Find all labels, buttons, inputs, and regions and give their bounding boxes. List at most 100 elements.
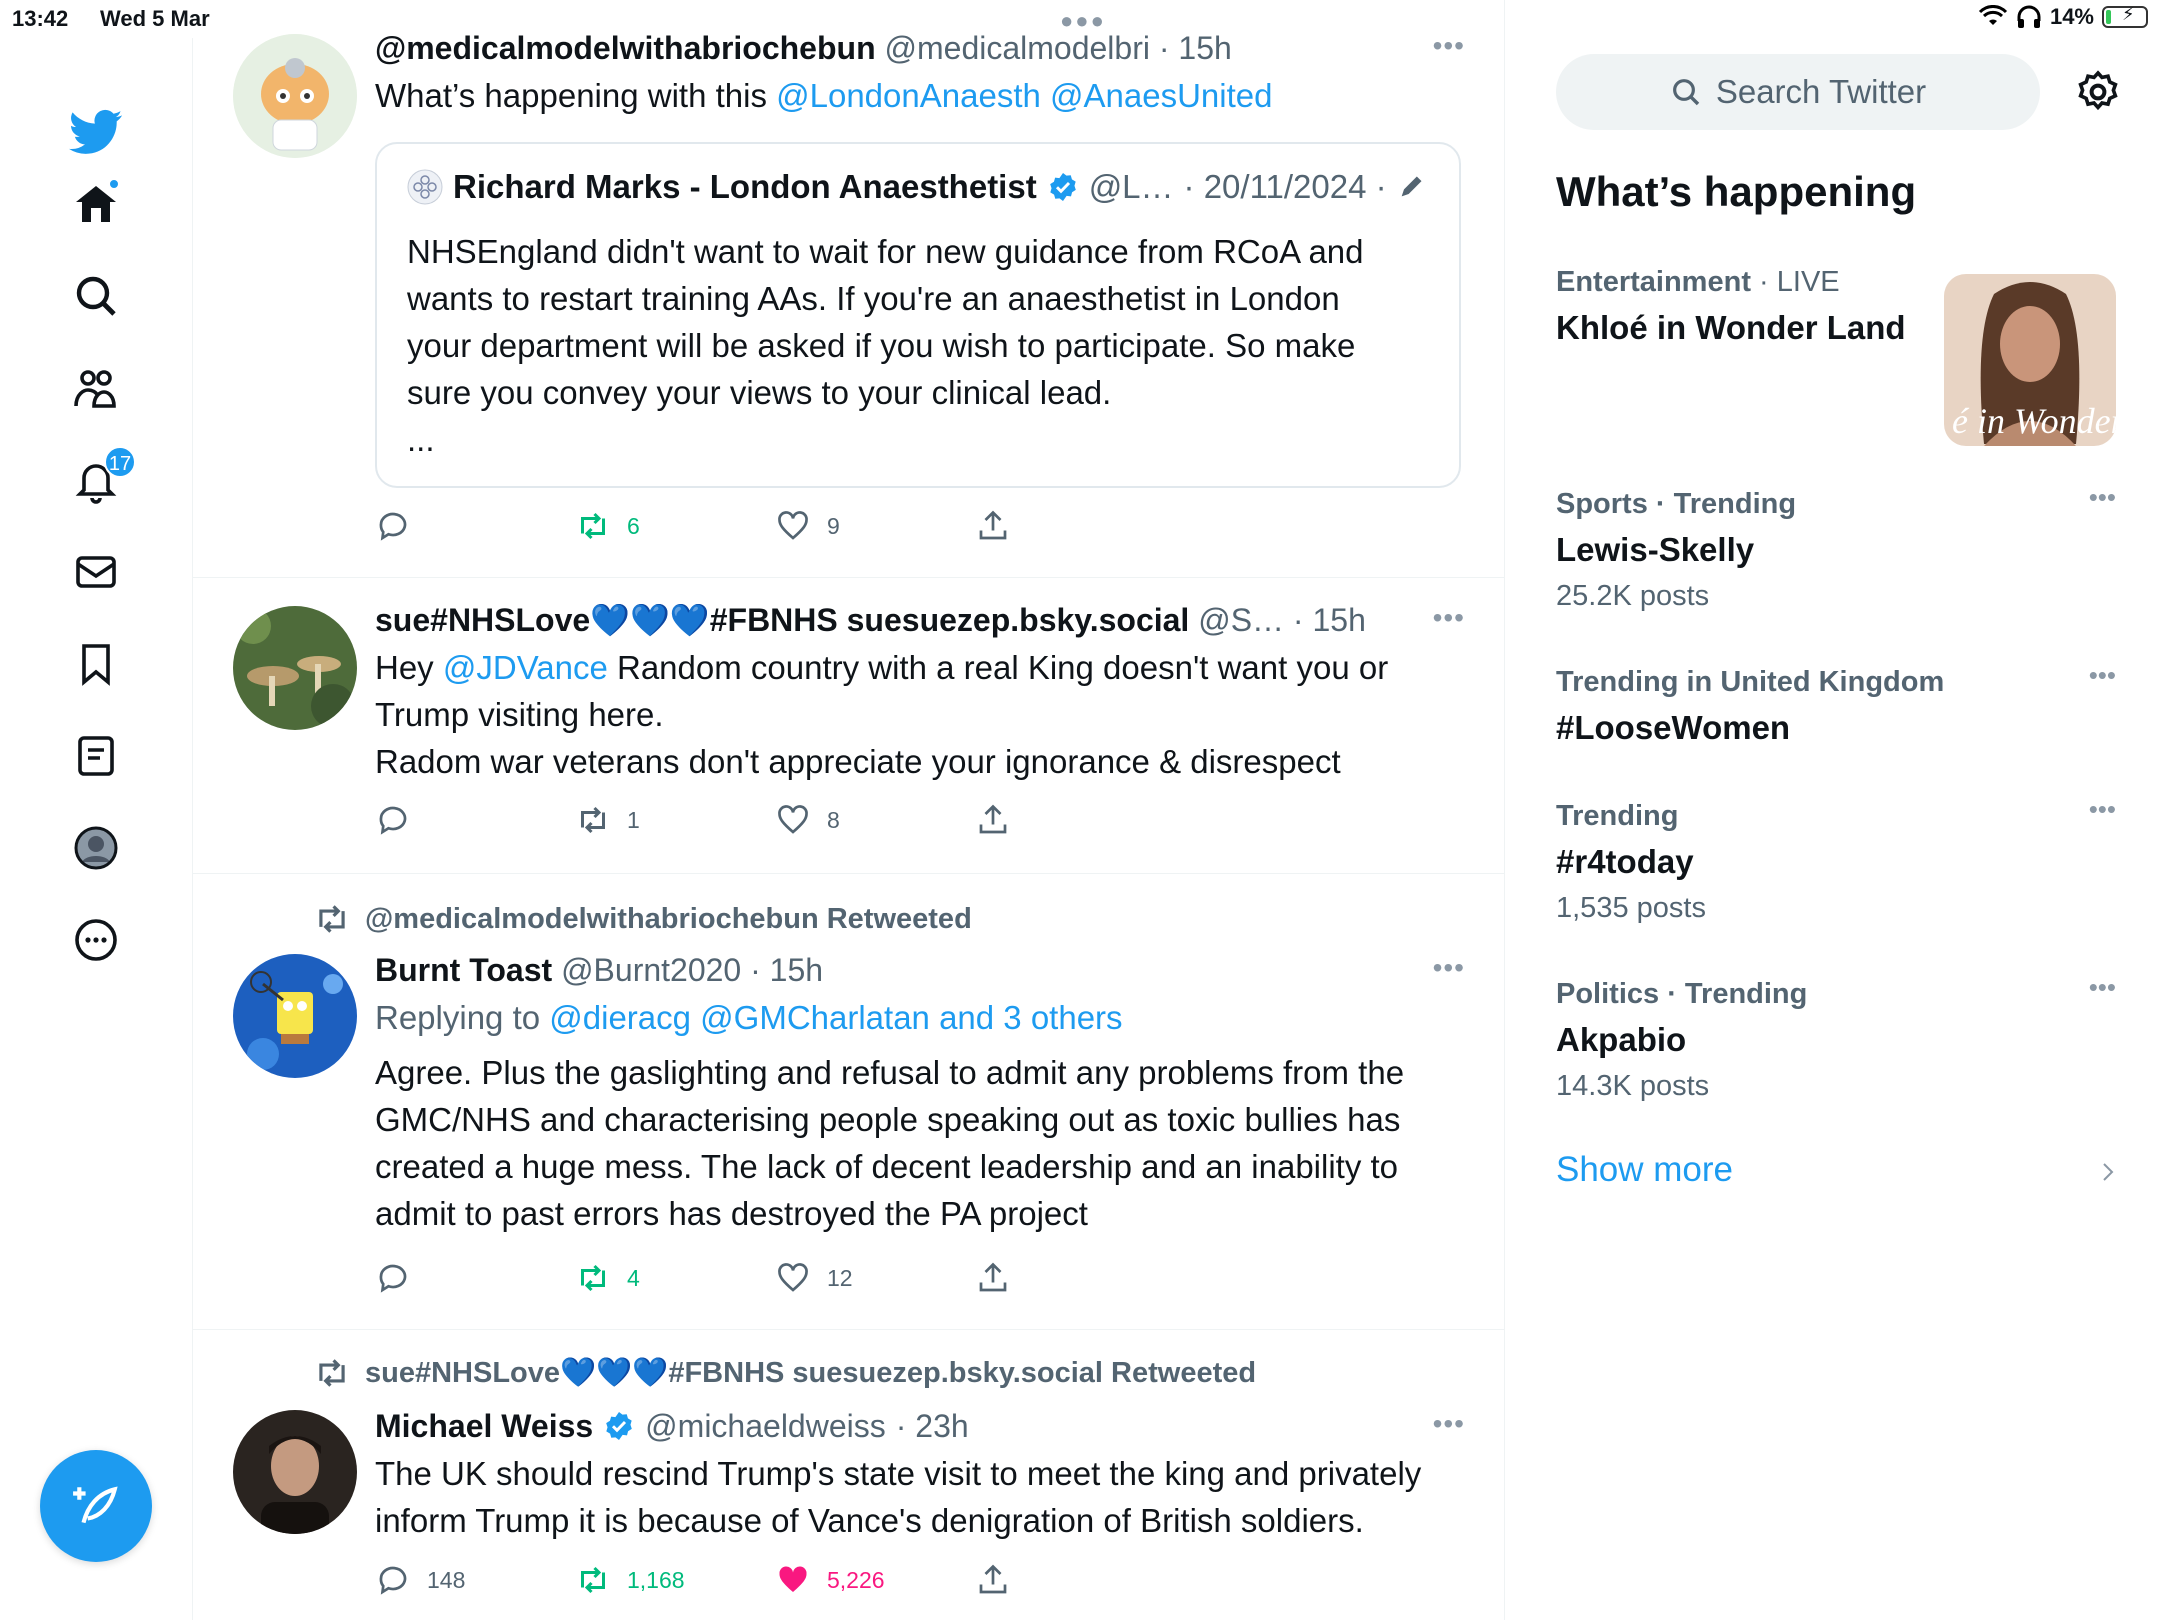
author-name[interactable]: sue#NHSLove💙💙💙#FBNHS suesuezep.bsky.soci… xyxy=(375,602,1189,638)
trend-item[interactable]: Sports · Trending Lewis-Skelly 25.2K pos… xyxy=(1556,482,2116,618)
nav-messages[interactable] xyxy=(52,528,140,616)
author-handle[interactable]: @S… xyxy=(1198,602,1284,638)
retweeted-by[interactable]: sue#NHSLove💙💙💙#FBNHS suesuezep.bsky.soci… xyxy=(313,1354,1256,1392)
author-handle[interactable]: @Burnt2020 xyxy=(561,952,741,988)
trend-item[interactable]: Trending in United Kingdom #LooseWomen •… xyxy=(1556,660,2116,752)
nav-profile[interactable] xyxy=(52,804,140,892)
avatar[interactable] xyxy=(233,954,357,1078)
quoted-author-name[interactable]: Richard Marks - London Anaesthetist xyxy=(453,168,1037,206)
retweet-button[interactable]: 4 xyxy=(575,1260,640,1296)
nav-home[interactable] xyxy=(52,160,140,248)
search-twitter-input[interactable]: Search Twitter xyxy=(1556,54,2040,130)
retweet-icon xyxy=(319,905,345,933)
like-button[interactable]: 8 xyxy=(775,802,840,838)
trend-item[interactable]: Trending #r4today 1,535 posts ••• xyxy=(1556,794,2116,930)
trend-more-icon[interactable]: ••• xyxy=(2089,972,2116,1003)
retweet-count: 1,168 xyxy=(627,1566,685,1593)
like-button[interactable]: 9 xyxy=(775,508,840,544)
tweet-text: GMC/NHS and characterising people speaki… xyxy=(375,1101,1401,1138)
trend-image[interactable]: é in Wonder I xyxy=(1944,274,2116,446)
avatar[interactable] xyxy=(233,606,357,730)
reply-mentions-link[interactable]: @dieracg @GMCharlatan and 3 others xyxy=(549,999,1122,1036)
edited-pencil-icon[interactable] xyxy=(1397,173,1425,201)
tweet[interactable]: @medicalmodelwithabriochebun @medicalmod… xyxy=(193,0,1504,578)
tweet-time[interactable]: · 15h xyxy=(750,952,823,988)
trend-category: Trending in United Kingdom xyxy=(1556,666,1945,698)
show-more-link[interactable]: Show more xyxy=(1556,1150,1733,1190)
quoted-text-line: ... xyxy=(407,421,435,458)
bookmark-icon xyxy=(82,644,110,686)
nav-explore[interactable] xyxy=(52,252,140,340)
gear-icon[interactable] xyxy=(2074,68,2122,116)
retweet-count: 6 xyxy=(627,512,640,539)
retweeted-by-label: @medicalmodelwithabriochebun Retweeted xyxy=(365,902,972,935)
tweet[interactable]: @medicalmodelwithabriochebun Retweeted B… xyxy=(193,874,1504,1330)
avatar[interactable] xyxy=(233,1410,357,1534)
author-name[interactable]: @medicalmodelwithabriochebun xyxy=(375,30,876,66)
author-name[interactable]: Burnt Toast xyxy=(375,952,552,988)
tweet[interactable]: sue#NHSLove💙💙💙#FBNHS suesuezep.bsky.soci… xyxy=(193,1330,1504,1620)
nav-lists[interactable] xyxy=(52,712,140,800)
tweet-more-icon[interactable]: ••• xyxy=(1433,30,1465,62)
author-handle[interactable]: @medicalmodelbri xyxy=(885,30,1150,66)
lists-icon xyxy=(78,736,114,776)
trend-post-count: 14.3K posts xyxy=(1556,1070,1710,1102)
tweet[interactable]: sue#NHSLove💙💙💙#FBNHS suesuezep.bsky.soci… xyxy=(193,578,1504,874)
quoted-author-handle[interactable]: @L… xyxy=(1089,168,1174,206)
reply-button[interactable] xyxy=(375,1260,411,1296)
more-circle-icon xyxy=(75,919,117,961)
avatar[interactable] xyxy=(233,34,357,158)
right-sidebar: Search Twitter What’s happening Entertai… xyxy=(1506,38,2160,1620)
nav-communities[interactable] xyxy=(52,344,140,432)
tweet-time[interactable]: · 15h xyxy=(1293,602,1366,638)
mail-icon xyxy=(76,556,116,588)
share-button[interactable] xyxy=(975,508,1011,544)
trend-item[interactable]: Entertainment · LIVE Khloé in Wonder Lan… xyxy=(1556,260,2116,446)
trend-category: Sports · Trending xyxy=(1556,488,1797,520)
quoted-tweet[interactable]: Richard Marks - London Anaesthetist @L… … xyxy=(375,142,1461,488)
retweet-button[interactable]: 1 xyxy=(575,802,640,838)
trend-title: #LooseWomen xyxy=(1556,709,1791,746)
trend-item[interactable]: Politics · Trending Akpabio 14.3K posts … xyxy=(1556,972,2116,1108)
author-name[interactable]: Michael Weiss xyxy=(375,1404,593,1448)
nav-bookmarks[interactable] xyxy=(52,620,140,708)
retweet-button[interactable]: 6 xyxy=(575,508,640,544)
verified-badge-icon xyxy=(1049,173,1076,201)
reply-count: 148 xyxy=(427,1566,466,1593)
tweet-time[interactable]: · 23h xyxy=(896,1404,969,1448)
like-count: 9 xyxy=(827,512,840,539)
tweet-more-icon[interactable]: ••• xyxy=(1433,1408,1465,1440)
trend-title: Akpabio xyxy=(1556,1021,1687,1058)
mention-link[interactable]: @JDVance xyxy=(443,649,608,686)
retweeted-by[interactable]: @medicalmodelwithabriochebun Retweeted xyxy=(313,900,972,938)
retweet-button[interactable]: 1,168 xyxy=(575,1562,685,1598)
reply-button[interactable] xyxy=(375,508,411,544)
quoted-date[interactable]: · 20/11/2024 · xyxy=(1184,168,1387,206)
quoted-avatar xyxy=(407,169,443,205)
retweet-count: 1 xyxy=(627,806,640,833)
wifi-icon xyxy=(1978,5,2008,25)
tweet-more-icon[interactable]: ••• xyxy=(1433,602,1465,634)
nav-notifications[interactable]: 17 xyxy=(52,436,140,524)
like-button[interactable]: 5,226 xyxy=(775,1562,885,1598)
timeline: @medicalmodelwithabriochebun @medicalmod… xyxy=(193,0,1505,1620)
tweet-time[interactable]: · 15h xyxy=(1159,30,1232,66)
share-button[interactable] xyxy=(975,1562,1011,1598)
chevron-right-icon[interactable] xyxy=(2096,1160,2120,1184)
share-button[interactable] xyxy=(975,1260,1011,1296)
tweet-more-icon[interactable]: ••• xyxy=(1433,952,1465,984)
trend-more-icon[interactable]: ••• xyxy=(2089,660,2116,691)
heart-filled-icon xyxy=(779,1566,807,1592)
trend-more-icon[interactable]: ••• xyxy=(2089,482,2116,513)
mention-link[interactable]: @AnaesUnited xyxy=(1050,77,1272,114)
trend-image-caption: é in Wonder I xyxy=(1952,401,2116,441)
mention-link[interactable]: @LondonAnaesth xyxy=(776,77,1041,114)
reply-button[interactable]: 148 xyxy=(375,1562,465,1598)
compose-tweet-button[interactable] xyxy=(40,1450,152,1562)
trend-more-icon[interactable]: ••• xyxy=(2089,794,2116,825)
share-button[interactable] xyxy=(975,802,1011,838)
author-handle[interactable]: @michaeldweiss xyxy=(645,1404,886,1448)
reply-button[interactable] xyxy=(375,802,411,838)
nav-more[interactable] xyxy=(52,896,140,984)
like-button[interactable]: 12 xyxy=(775,1260,853,1296)
